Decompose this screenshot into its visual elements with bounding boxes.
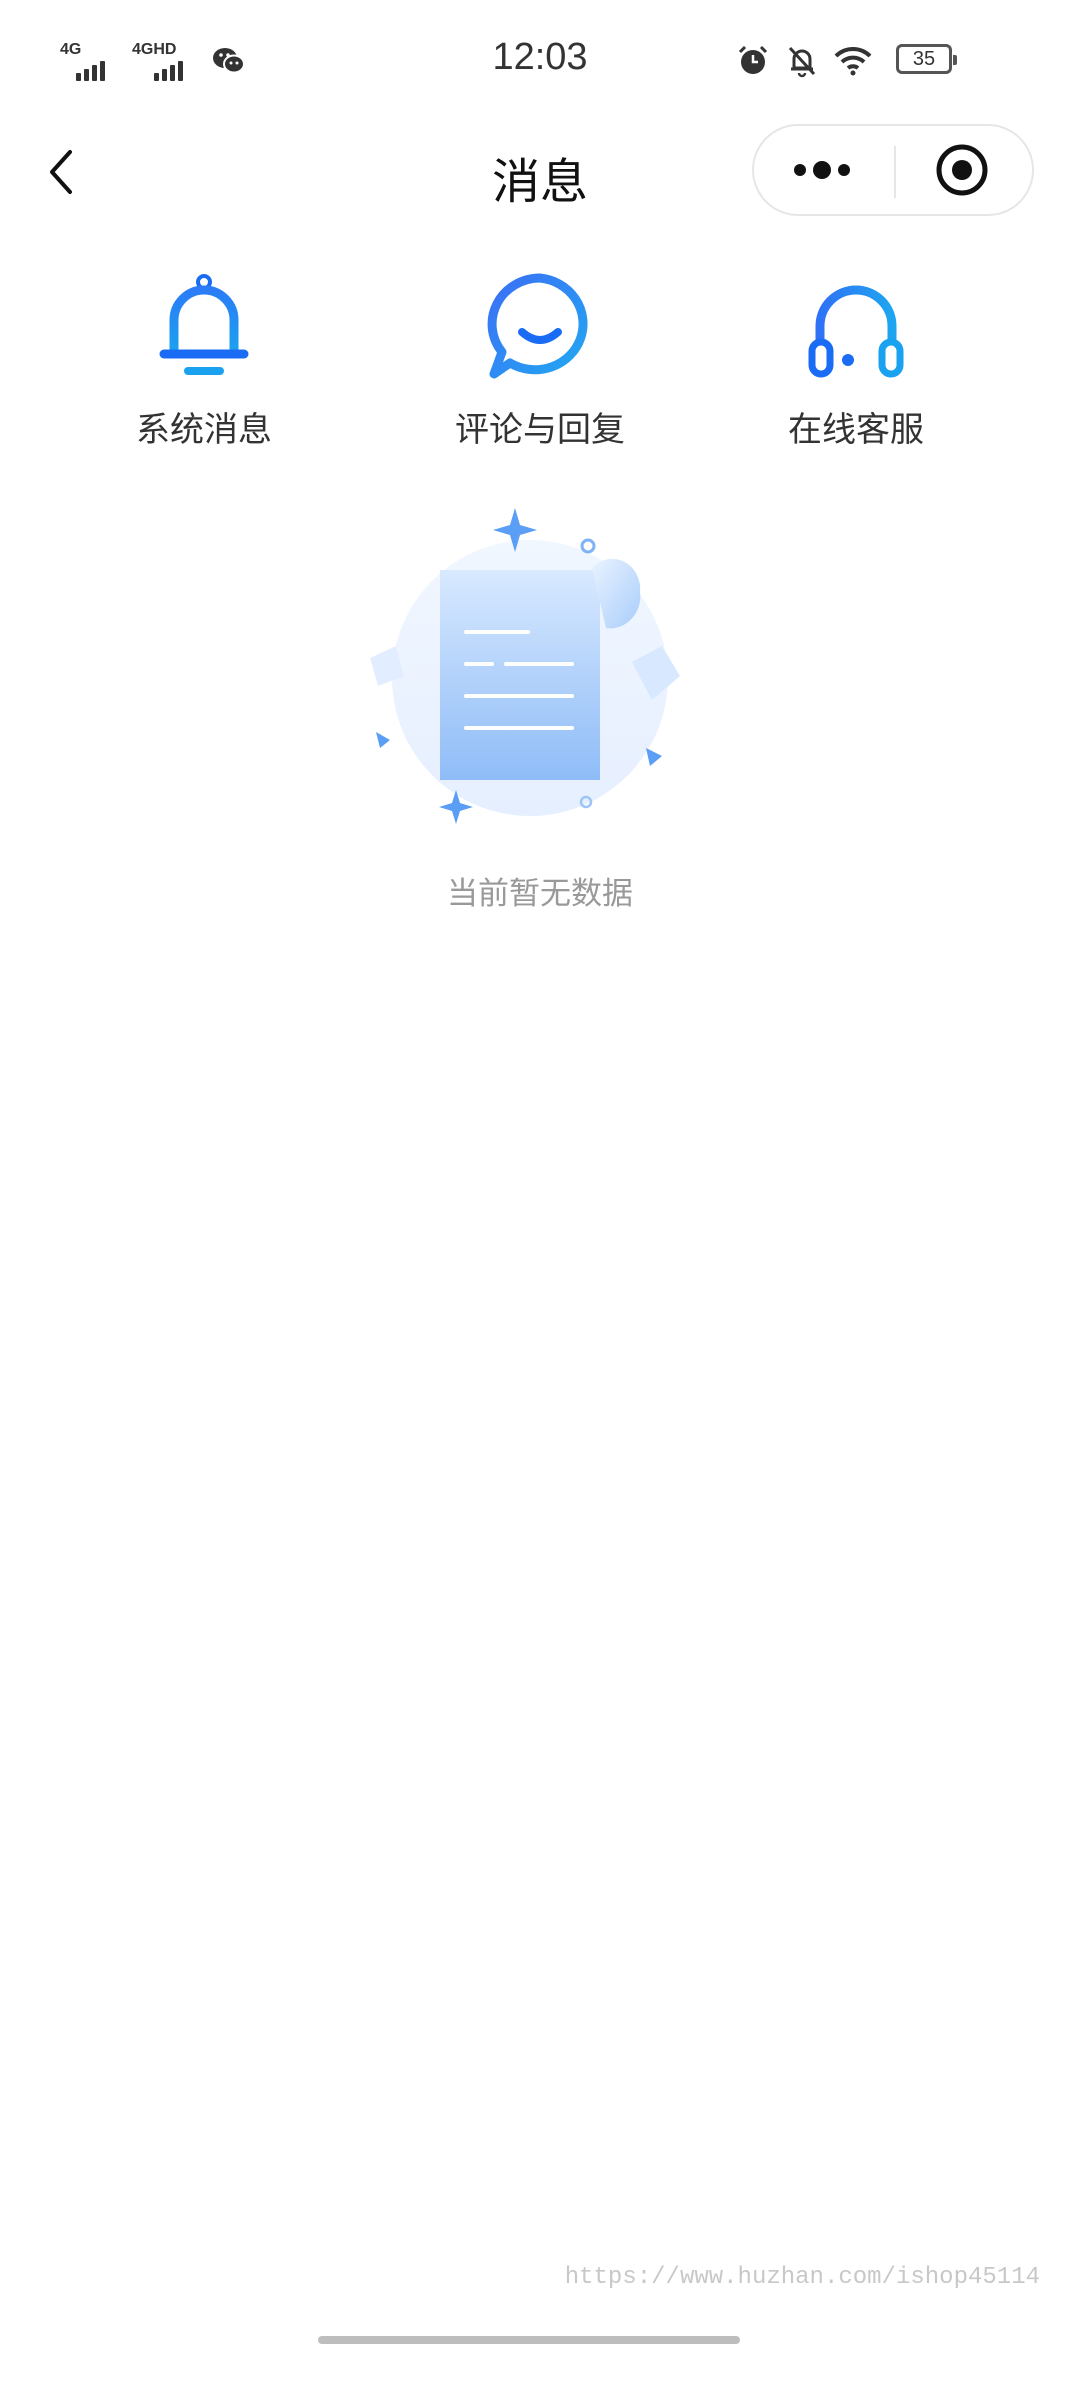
alarm-icon [738,45,768,74]
headset-icon [808,285,904,378]
category-online-service[interactable]: 在线客服 [736,268,976,468]
category-label: 评论与回复 [455,410,625,450]
empty-document-icon [370,508,680,824]
message-categories: 系统消息 评论与回复 在线客服 [0,268,1080,468]
battery-icon: 35 [896,44,957,74]
close-mini-program-button[interactable] [896,126,1032,214]
empty-state-text: 当前暂无数据 [447,876,633,912]
empty-state: 当前暂无数据 [0,500,1080,940]
target-circle-icon [936,144,988,196]
more-dots-icon [794,161,850,179]
nav-bar: 消息 [0,120,1080,220]
watermark: https://www.huzhan.com/ishop45114 [564,2264,1040,2291]
wifi-icon [834,46,872,76]
status-bar: 4G 4GHD 12:03 35 [0,0,1080,120]
category-system-messages[interactable]: 系统消息 [84,268,324,468]
mini-program-capsule [752,124,1034,216]
chat-bubble-icon [487,273,588,379]
home-indicator[interactable] [318,2336,740,2344]
bell-icon [159,274,249,375]
more-button[interactable] [754,126,894,214]
battery-level: 35 [912,47,936,70]
category-label: 系统消息 [136,410,272,450]
category-label: 在线客服 [788,410,924,450]
bell-off-icon [788,46,816,78]
category-comments-replies[interactable]: 评论与回复 [420,268,660,468]
